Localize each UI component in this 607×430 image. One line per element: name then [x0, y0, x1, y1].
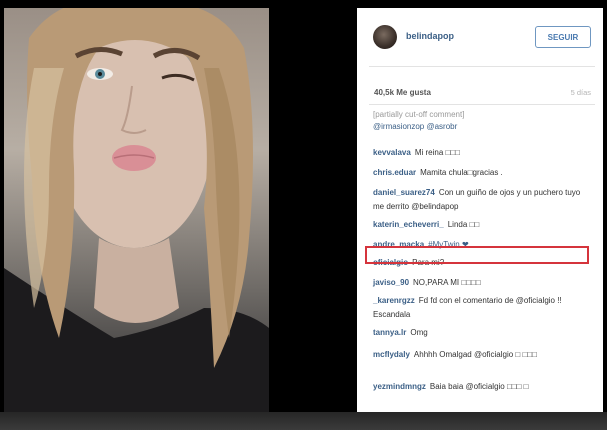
comment-text: Omg: [410, 328, 428, 337]
likes-divider: [369, 104, 595, 105]
comment-item: _karenrgzz Fd fd con el comentario de @of…: [373, 294, 593, 322]
post-header: belindapop SEGUIR: [357, 8, 603, 66]
comment-item: daniel_suarez74 Con un guiño de ojos y un…: [373, 186, 593, 214]
comment-text: NO,PARA MI □□□□: [413, 278, 481, 287]
comment-text: Mamita chula□gracias .: [420, 168, 503, 177]
comment-username[interactable]: kevvalava: [373, 148, 411, 157]
comment-item: mcflydaly Ahhhh Omalgad @oficialgio □ □□□: [373, 348, 593, 362]
comment-username[interactable]: yezmindmngz: [373, 382, 426, 391]
comment-item: kevvalava Mi reina □□□: [373, 146, 593, 160]
highlight-annotation-box: [365, 246, 589, 264]
comment-text: Ahhhh Omalgad @oficialgio □ □□□: [413, 350, 537, 359]
comment-item: tannya.lr Omg: [373, 326, 593, 340]
comment-username[interactable]: tannya.lr: [373, 328, 406, 337]
comment-username[interactable]: daniel_suarez74: [373, 188, 435, 197]
post-photo: [4, 8, 269, 412]
comment-username[interactable]: mcflydaly: [373, 350, 410, 359]
comment-text: Linda □□: [447, 220, 480, 229]
follow-button[interactable]: SEGUIR: [535, 26, 591, 48]
comment-item: @irmasionzop @asrobr: [373, 120, 593, 134]
comment-item: katerin_echeverri_ Linda □□: [373, 218, 593, 232]
comment-username[interactable]: chris.eduar: [373, 168, 416, 177]
comment-item: javiso_90 NO,PARA MI □□□□: [373, 276, 593, 290]
header-divider: [369, 66, 595, 67]
comment-item: yezmindmngz Baia baia @oficialgio □□□ □: [373, 380, 593, 394]
screenshot: belindapop SEGUIR 40,5k Me gusta 5 días …: [0, 0, 607, 430]
comment-text: [partially cut-off comment]: [373, 110, 465, 119]
comment-item: chris.eduar Mamita chula□gracias .: [373, 166, 593, 180]
comment-text: @irmasionzop @asrobr: [373, 122, 458, 131]
post-time[interactable]: 5 días: [571, 88, 591, 97]
selfie-illustration: [4, 8, 269, 412]
username-link[interactable]: belindapop: [406, 31, 454, 41]
comment-username[interactable]: katerin_echeverri_: [373, 220, 444, 229]
avatar[interactable]: [373, 25, 397, 49]
likes-count[interactable]: 40,5k Me gusta: [374, 88, 431, 97]
comment-text: Mi reina □□□: [414, 148, 460, 157]
bottom-bar: [0, 412, 607, 430]
comment-username[interactable]: javiso_90: [373, 278, 409, 287]
comment-username[interactable]: _karenrgzz: [373, 296, 415, 305]
post-side-panel: belindapop SEGUIR 40,5k Me gusta 5 días …: [357, 8, 603, 412]
likes-row: 40,5k Me gusta 5 días: [369, 88, 591, 102]
comment-text: Baia baia @oficialgio □□□ □: [429, 382, 529, 391]
